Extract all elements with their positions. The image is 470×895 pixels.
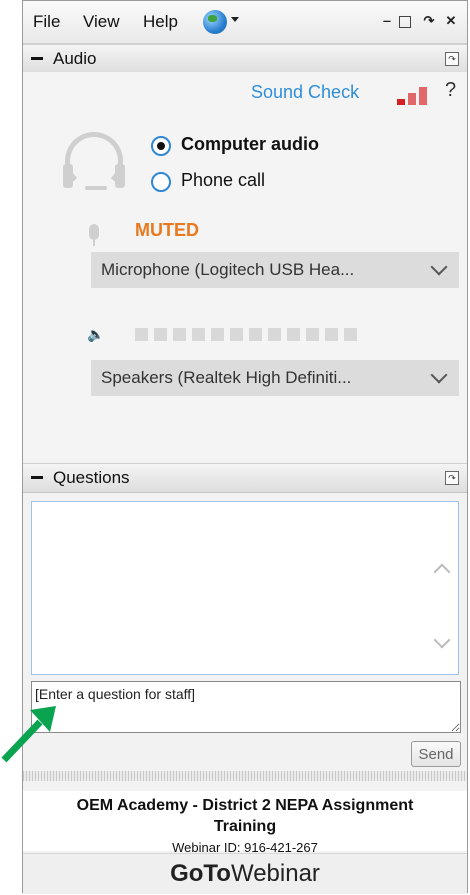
headset-ear-right xyxy=(115,164,125,188)
phone-call-radio[interactable] xyxy=(151,172,171,192)
popout-icon[interactable]: ↷ xyxy=(445,471,459,485)
logo-goto: GoTo xyxy=(170,860,231,887)
gotowebinar-logo: GoToWebinar xyxy=(23,853,467,894)
microphone-icon[interactable] xyxy=(89,224,99,240)
speaker-level-segment xyxy=(154,328,167,341)
questions-log[interactable] xyxy=(31,501,459,675)
menu-file[interactable]: File xyxy=(33,12,60,32)
speaker-level-segment xyxy=(135,328,148,341)
questions-section-header[interactable]: Questions ↷ xyxy=(23,463,467,493)
logo-webinar: Webinar xyxy=(230,860,320,887)
phone-call-label[interactable]: Phone call xyxy=(181,170,265,191)
speaker-icon: 🔈 xyxy=(87,326,105,342)
webinar-title-line1: OEM Academy - District 2 NEPA Assignment xyxy=(76,797,414,814)
speaker-level-segment xyxy=(344,328,357,341)
popout-icon[interactable]: ↷ xyxy=(421,13,437,29)
speaker-level-segment xyxy=(325,328,338,341)
level-meter-bar xyxy=(408,93,416,105)
globe-icon[interactable] xyxy=(203,10,227,34)
speaker-select[interactable]: Speakers (Realtek High Definiti... xyxy=(91,360,459,396)
maximize-icon[interactable] xyxy=(399,16,411,28)
gotowebinar-control-panel: File View Help ‒ ↷ ✕ Audio ↷ Sound Check… xyxy=(22,0,468,894)
speaker-level-segment xyxy=(192,328,205,341)
menu-bar: File View Help ‒ ↷ ✕ xyxy=(23,1,467,44)
speaker-level-segment xyxy=(173,328,186,341)
computer-audio-label[interactable]: Computer audio xyxy=(181,134,319,155)
menu-view[interactable]: View xyxy=(83,12,120,32)
level-meter-bar xyxy=(397,99,405,105)
computer-audio-radio[interactable] xyxy=(151,136,171,156)
speaker-level-segment xyxy=(306,328,319,341)
questions-section-title: Questions xyxy=(53,468,130,487)
audio-section-header[interactable]: Audio ↷ xyxy=(23,44,467,74)
headset-ear-left xyxy=(63,164,73,188)
mic-status: MUTED xyxy=(135,220,199,240)
audio-panel: Sound Check ? Computer audio Phone call … xyxy=(23,72,467,460)
webinar-title-line2: Training xyxy=(213,818,277,835)
speaker-level-segment xyxy=(211,328,224,341)
send-button[interactable]: Send xyxy=(411,741,461,767)
minimize-icon[interactable]: ‒ xyxy=(379,13,395,29)
chevron-down-icon xyxy=(430,258,448,276)
microphone-select-value: Microphone (Logitech USB Hea... xyxy=(101,260,355,279)
menu-help[interactable]: Help xyxy=(143,12,178,32)
scroll-down-icon[interactable] xyxy=(433,631,451,649)
speaker-select-value: Speakers (Realtek High Definiti... xyxy=(101,368,352,387)
collapse-icon[interactable] xyxy=(31,476,43,479)
microphone-select[interactable]: Microphone (Logitech USB Hea... xyxy=(91,252,459,288)
collapse-icon[interactable] xyxy=(31,57,43,60)
speaker-level-segment xyxy=(230,328,243,341)
annotation-arrow-left xyxy=(1,706,56,763)
speaker-level-segment xyxy=(287,328,300,341)
level-meter-bar xyxy=(419,87,427,105)
speaker-level-segment xyxy=(249,328,262,341)
chevron-down-icon xyxy=(430,366,448,384)
audio-section-title: Audio xyxy=(53,49,97,68)
speaker-level-segment xyxy=(268,328,281,341)
question-input[interactable] xyxy=(31,681,461,733)
help-icon[interactable]: ? xyxy=(445,79,456,102)
close-icon[interactable]: ✕ xyxy=(443,13,459,29)
webinar-info: OEM Academy - District 2 NEPA Assignment… xyxy=(23,791,467,855)
sound-check-link[interactable]: Sound Check xyxy=(251,82,359,103)
microphone-icon-stand xyxy=(93,240,95,246)
scroll-up-icon[interactable] xyxy=(433,563,451,581)
chevron-down-icon[interactable] xyxy=(231,17,239,22)
popout-icon[interactable]: ↷ xyxy=(445,52,459,66)
headset-mic-arm xyxy=(85,186,107,190)
resize-grip[interactable] xyxy=(23,771,467,781)
